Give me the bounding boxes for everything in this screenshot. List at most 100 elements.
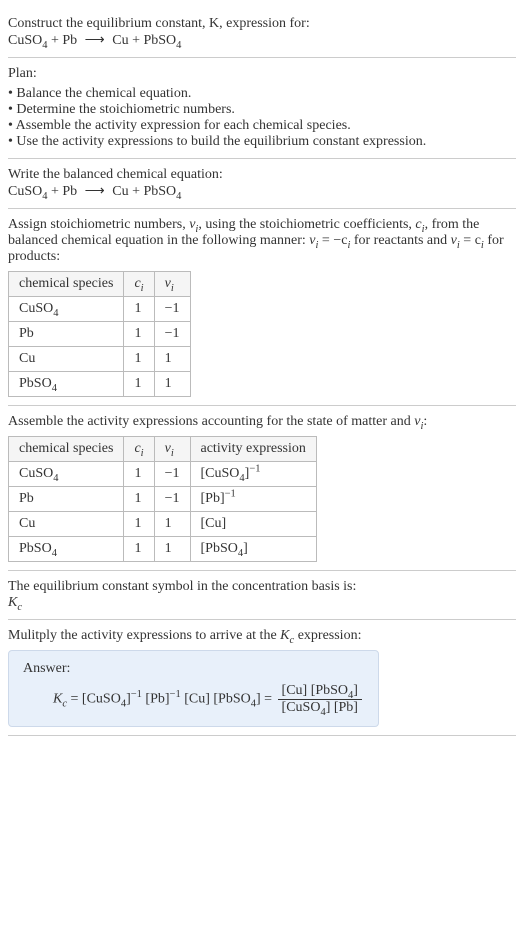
activity-table: chemical species ci νi activity expressi…: [8, 436, 317, 562]
txt: Mulitply the activity expressions to arr…: [8, 628, 280, 643]
cell-v: −1: [154, 462, 190, 487]
k: K: [8, 595, 17, 610]
cell-species: PbSO4: [9, 537, 124, 562]
cell-c: 1: [124, 372, 154, 397]
plan-title: Plan:: [8, 66, 516, 82]
cell-species: CuSO4: [9, 297, 124, 322]
cell-activity: [CuSO4]−1: [190, 462, 316, 487]
cell-v: −1: [154, 297, 190, 322]
symbol-text: The equilibrium constant symbol in the c…: [8, 579, 516, 595]
txt: ] [Pb]: [326, 700, 358, 715]
k: K: [53, 692, 62, 707]
sp: Cu: [19, 516, 35, 531]
sp: CuSO: [19, 301, 53, 316]
table-header-row: chemical species ci νi: [9, 272, 191, 297]
activity-text: Assemble the activity expressions accoun…: [8, 414, 516, 430]
cell-c: 1: [124, 297, 154, 322]
col-species: chemical species: [9, 437, 124, 462]
balanced-section: Write the balanced chemical equation: Cu…: [8, 159, 516, 209]
col-species: chemical species: [9, 272, 124, 297]
table-row: Pb1−1[Pb]−1: [9, 487, 317, 512]
cell-v: 1: [154, 512, 190, 537]
table-row: Pb1−1: [9, 322, 191, 347]
act: [PbSO: [201, 541, 238, 556]
assign-section: Assign stoichiometric numbers, νi, using…: [8, 209, 516, 406]
sp: PbSO: [19, 541, 52, 556]
cell-c: 1: [124, 347, 154, 372]
col-ci: ci: [124, 272, 154, 297]
txt: expression:: [294, 628, 361, 643]
cell-c: 1: [124, 462, 154, 487]
eq-rhs: Cu + PbSO: [109, 184, 176, 199]
txt: [Pb]: [142, 692, 170, 707]
plan-item: Use the activity expressions to build th…: [8, 134, 516, 150]
cell-c: 1: [124, 537, 154, 562]
balanced-equation: CuSO4 + Pb ⟶ Cu + PbSO4: [8, 183, 516, 200]
cell-activity: [Pb]−1: [190, 487, 316, 512]
cell-species: Cu: [9, 347, 124, 372]
table-row: PbSO411[PbSO4]: [9, 537, 317, 562]
answer-box: Answer: Kc = [CuSO4]−1 [Pb]−1 [Cu] [PbSO…: [8, 650, 379, 727]
cell-v: 1: [154, 537, 190, 562]
plan-section: Plan: Balance the chemical equation. Det…: [8, 58, 516, 159]
cell-species: CuSO4: [9, 462, 124, 487]
sub: 4: [53, 308, 58, 319]
eq-lhs: CuSO: [8, 184, 42, 199]
table-row: Cu11[Cu]: [9, 512, 317, 537]
denominator: [CuSO4] [Pb]: [278, 700, 362, 716]
col-activity: activity expression: [190, 437, 316, 462]
plan-item: Assemble the activity expression for eac…: [8, 118, 516, 134]
balanced-title: Write the balanced chemical equation:: [8, 167, 516, 183]
sub-c: c: [17, 602, 22, 613]
cell-v: −1: [154, 487, 190, 512]
arrow-icon: ⟶: [85, 32, 105, 49]
symbol-section: The equilibrium constant symbol in the c…: [8, 571, 516, 620]
table-row: CuSO41−1: [9, 297, 191, 322]
sub: 4: [53, 473, 58, 484]
answer-expression: Kc = [CuSO4]−1 [Pb]−1 [Cu] [PbSO4] = [Cu…: [23, 683, 364, 716]
txt: [Cu] [PbSO: [282, 683, 349, 698]
sup: −1: [131, 689, 142, 700]
arrow-icon: ⟶: [85, 183, 105, 200]
txt: Assemble the activity expressions accoun…: [8, 414, 414, 429]
sub: 4: [52, 383, 57, 394]
table-row: CuSO41−1[CuSO4]−1: [9, 462, 317, 487]
sp: Cu: [19, 351, 35, 366]
multiply-section: Mulitply the activity expressions to arr…: [8, 620, 516, 736]
k: K: [280, 628, 289, 643]
act: [Cu]: [201, 516, 227, 531]
table-row: Cu 11: [9, 347, 191, 372]
eq-sub: 4: [176, 40, 181, 51]
cell-c: 1: [124, 487, 154, 512]
eq-plus: + Pb: [47, 184, 80, 199]
cell-species: Pb: [9, 487, 124, 512]
plan-list: Balance the chemical equation. Determine…: [8, 86, 516, 150]
stoich-table: chemical species ci νi CuSO41−1 Pb1−1 Cu…: [8, 271, 191, 397]
txt: :: [423, 414, 427, 429]
eq-rhs: Cu + PbSO: [109, 33, 176, 48]
intro-section: Construct the equilibrium constant, K, e…: [8, 8, 516, 58]
cell-species: PbSO4: [9, 372, 124, 397]
plan-item: Determine the stoichiometric numbers.: [8, 102, 516, 118]
sub-i: i: [171, 283, 174, 294]
cell-v: 1: [154, 372, 190, 397]
col-nui: νi: [154, 272, 190, 297]
sub: 4: [52, 548, 57, 559]
act: [Pb]: [201, 491, 225, 506]
txt: ] =: [256, 692, 276, 707]
cell-species: Cu: [9, 512, 124, 537]
symbol-kc: Kc: [8, 595, 516, 611]
table-row: PbSO411: [9, 372, 191, 397]
fraction: [Cu] [PbSO4][CuSO4] [Pb]: [278, 683, 362, 716]
cell-activity: [Cu]: [190, 512, 316, 537]
sp: CuSO: [19, 466, 53, 481]
txt: = [CuSO: [67, 692, 121, 707]
sup: −1: [170, 689, 181, 700]
txt: for reactants and: [350, 233, 450, 248]
txt: [Cu] [PbSO: [181, 692, 251, 707]
cell-v: 1: [154, 347, 190, 372]
sup: −1: [249, 463, 260, 474]
numerator: [Cu] [PbSO4]: [278, 683, 362, 700]
col-ci: ci: [124, 437, 154, 462]
eq-sub: 4: [176, 191, 181, 202]
